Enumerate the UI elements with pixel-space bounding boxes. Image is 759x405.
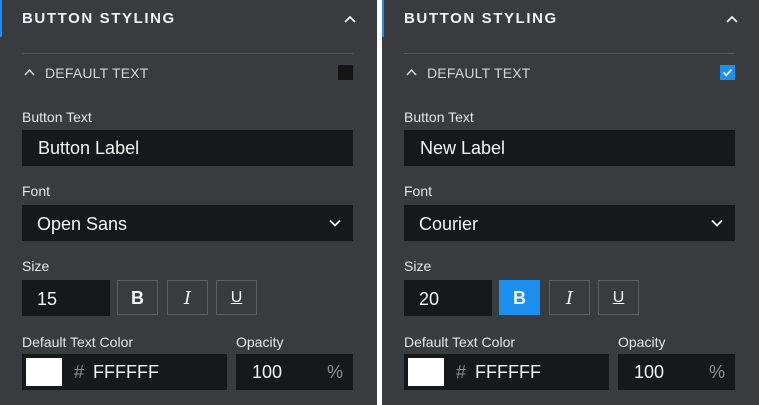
bold-button[interactable]: B — [117, 280, 158, 315]
header-divider — [22, 53, 353, 54]
chevron-up-icon[interactable] — [24, 67, 35, 77]
default-text-color-label: Default Text Color — [22, 334, 134, 350]
check-icon — [722, 68, 733, 77]
italic-icon: I — [183, 288, 192, 309]
color-swatch[interactable] — [26, 358, 62, 386]
button-text-input[interactable]: New Label — [404, 130, 735, 166]
text-color-input[interactable]: # FFFFFF — [22, 354, 227, 390]
button-text-label: Button Text — [404, 109, 474, 125]
bold-button[interactable]: B — [499, 280, 540, 315]
hex-value: FFFFFF — [93, 362, 159, 382]
size-label: Size — [404, 258, 432, 274]
chevron-up-icon[interactable] — [343, 12, 357, 26]
section-title-default-text[interactable]: DEFAULT TEXT — [45, 65, 149, 81]
button-styling-panel-right: BUTTON STYLING DEFAULT TEXT Button Text … — [382, 0, 759, 405]
percent-unit: % — [708, 362, 725, 382]
opacity-label: Opacity — [618, 334, 666, 350]
font-value: Courier — [419, 214, 479, 234]
opacity-input[interactable]: 100 % — [618, 354, 735, 390]
hash-symbol: # — [74, 362, 85, 382]
bold-icon: B — [513, 288, 526, 308]
font-select[interactable]: Open Sans — [22, 205, 353, 241]
size-label: Size — [22, 258, 50, 274]
underline-button[interactable]: U — [216, 280, 257, 315]
bold-icon: B — [131, 288, 144, 308]
size-input[interactable]: 20 — [404, 280, 492, 316]
text-color-input[interactable]: # FFFFFF — [404, 354, 609, 390]
size-input[interactable]: 15 — [22, 280, 110, 316]
button-text-label: Button Text — [22, 109, 92, 125]
color-swatch[interactable] — [408, 358, 444, 386]
italic-icon: I — [565, 288, 574, 309]
underline-icon: U — [612, 289, 625, 306]
hash-symbol: # — [456, 362, 467, 382]
button-text-value: New Label — [420, 138, 506, 158]
opacity-value: 100 — [634, 362, 665, 382]
size-value: 15 — [37, 289, 58, 309]
section-title-default-text[interactable]: DEFAULT TEXT — [427, 65, 531, 81]
font-select[interactable]: Courier — [404, 205, 735, 241]
panel-accent-bar — [0, 0, 2, 37]
underline-icon: U — [230, 289, 243, 306]
size-value: 20 — [419, 289, 440, 309]
font-label: Font — [404, 183, 433, 199]
panel-title: BUTTON STYLING — [22, 10, 176, 27]
opacity-value: 100 — [252, 362, 283, 382]
default-text-checkbox[interactable] — [338, 65, 353, 80]
font-label: Font — [22, 183, 51, 199]
default-text-color-label: Default Text Color — [404, 334, 516, 350]
panel-accent-bar — [382, 0, 384, 37]
chevron-down-icon — [329, 219, 341, 227]
italic-button[interactable]: I — [167, 280, 208, 315]
panel-title: BUTTON STYLING — [404, 10, 558, 27]
button-text-value: Button Label — [38, 138, 140, 158]
opacity-label: Opacity — [236, 334, 284, 350]
hex-value: FFFFFF — [475, 362, 541, 382]
italic-button[interactable]: I — [549, 280, 590, 315]
chevron-up-icon[interactable] — [725, 12, 739, 26]
default-text-checkbox[interactable] — [720, 65, 735, 80]
underline-button[interactable]: U — [598, 280, 639, 315]
button-styling-panel-left: BUTTON STYLING DEFAULT TEXT Button Text … — [0, 0, 377, 405]
chevron-up-icon[interactable] — [406, 67, 417, 77]
header-divider — [404, 53, 735, 54]
opacity-input[interactable]: 100 % — [236, 354, 353, 390]
percent-unit: % — [326, 362, 343, 382]
font-value: Open Sans — [37, 214, 128, 234]
button-text-input[interactable]: Button Label — [22, 130, 353, 166]
chevron-down-icon — [711, 219, 723, 227]
